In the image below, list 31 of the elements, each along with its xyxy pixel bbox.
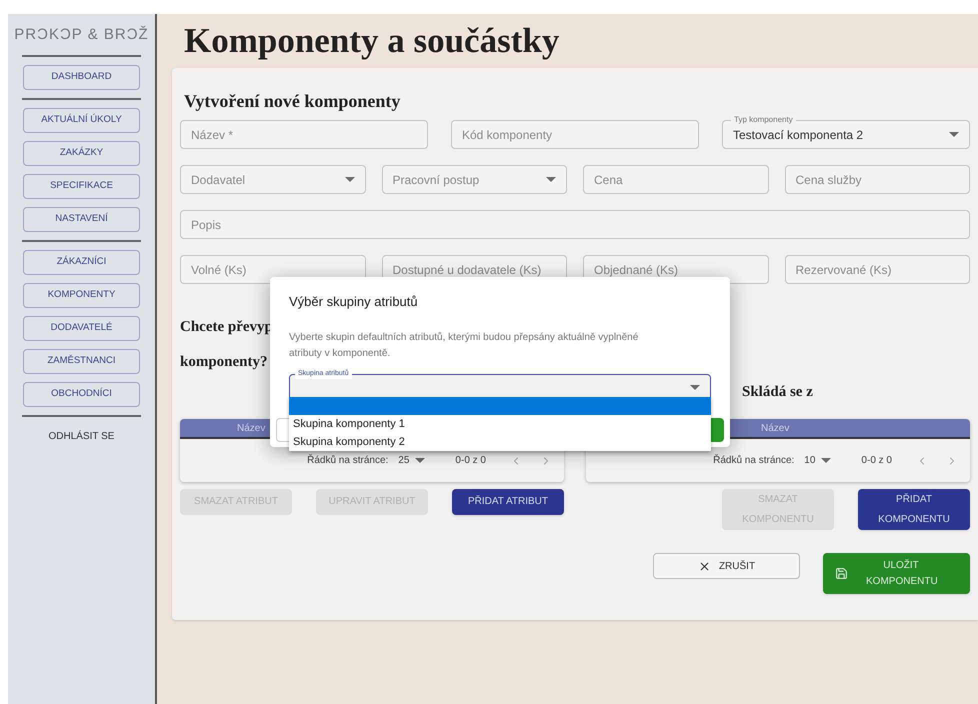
sidebar-item[interactable]: DASHBOARD [23, 64, 140, 90]
sidebar-item[interactable]: KOMPONENTY [23, 282, 140, 308]
dialog-title: Výběr skupiny atributů [289, 293, 419, 311]
action-button[interactable]: PŘIDAT KOMPONENTU [858, 489, 970, 530]
sidebar-item[interactable]: ZAKÁZKY [23, 140, 140, 166]
page-range: 0-0 z 0 [861, 454, 892, 468]
section-title: Skládá se z [742, 384, 813, 400]
column-header: Název [237, 422, 266, 436]
rows-per-page-label: Řádků na stránce: [307, 453, 388, 468]
rows-per-page-select[interactable]: 10 [804, 453, 832, 468]
dialog-text: Vyberte skupin defaultních atributů, kterými budou přepsány aktuálně vyplněné atributy v komponentě. [289, 330, 640, 360]
logout-button[interactable]: ODHLÁSIT SE [48, 428, 114, 444]
rows-per-page-label: Řádků na stránce: [713, 453, 794, 468]
save-button[interactable]: ULOŽIT KOMPONENTU [823, 553, 970, 594]
sidebar-item[interactable]: ZAMĚSTNANCI [23, 348, 140, 374]
sidebar-item[interactable]: AKTUÁLNÍ ÚKOLY [23, 108, 140, 132]
sidebar-item[interactable]: DODAVATELÉ [23, 316, 140, 340]
sidebar-item[interactable]: NASTAVENÍ [23, 206, 140, 232]
rows-per-page-select[interactable]: 25 [398, 453, 426, 468]
sidebar-item[interactable]: ZÁKAZNÍCI [23, 250, 140, 274]
cancel-button[interactable]: ZRUŠIT [653, 553, 800, 579]
column-header: Název [761, 422, 790, 436]
form-title: Vytvoření nové komponenty [183, 90, 402, 112]
sidebar-item[interactable]: OBCHODNÍCI [23, 382, 140, 406]
sidebar-item[interactable]: SPECIFIKACE [23, 174, 140, 198]
page-title: Komponenty a součástky [183, 20, 560, 62]
logo: PRƆKƆP & BRƆŽ [14, 24, 149, 45]
dropdown-option[interactable]: Skupina komponenty 2 [289, 433, 711, 451]
page-range: 0-0 z 0 [455, 454, 486, 468]
dropdown-option[interactable]: Skupina komponenty 1 [289, 415, 711, 433]
action-button[interactable]: PŘIDAT ATRIBUT [452, 489, 564, 515]
